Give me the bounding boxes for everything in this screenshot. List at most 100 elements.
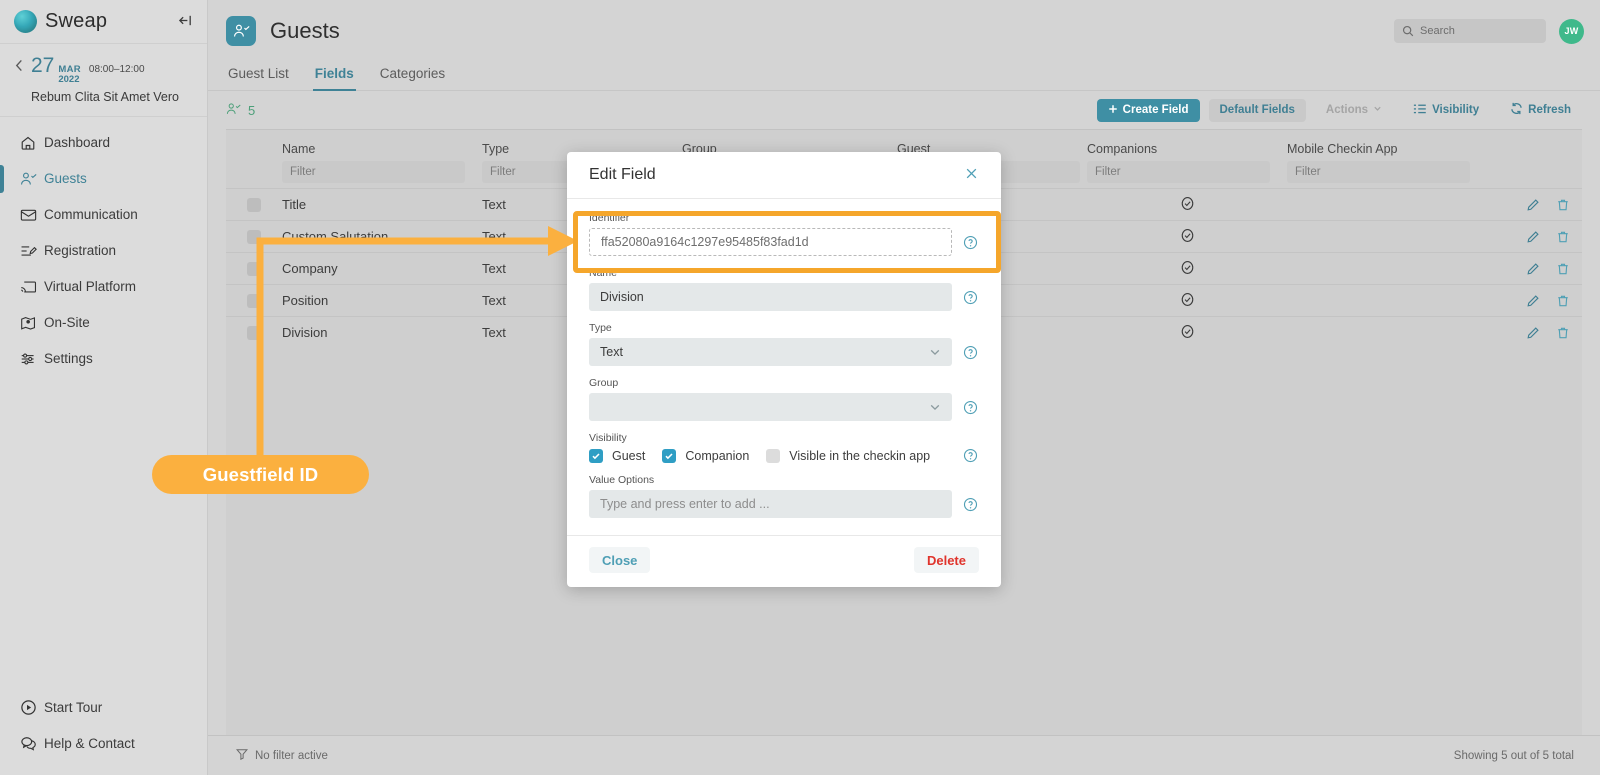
close-button[interactable]: Close: [589, 547, 651, 573]
help-icon[interactable]: [963, 345, 979, 360]
column-header-mobile-checkin[interactable]: Mobile Checkin App: [1287, 142, 1487, 156]
sidebar-item-start-tour[interactable]: Start Tour: [0, 689, 207, 725]
edit-pencil-icon[interactable]: [1526, 326, 1540, 340]
visibility-button[interactable]: Visibility: [1402, 99, 1490, 122]
edit-field-modal: Edit Field Identifier ffa52080a9164c1297…: [567, 152, 1001, 587]
sidebar-item-label: Settings: [44, 351, 93, 367]
help-icon[interactable]: [963, 235, 979, 250]
edit-pencil-icon[interactable]: [1526, 262, 1540, 276]
create-field-label: Create Field: [1122, 104, 1189, 116]
edit-pencil-icon[interactable]: [1526, 294, 1540, 308]
home-icon: [20, 135, 44, 151]
row-checkbox[interactable]: [247, 293, 261, 308]
row-checkbox[interactable]: [247, 325, 261, 340]
row-select-cell: [226, 293, 282, 308]
avatar[interactable]: JW: [1559, 18, 1584, 44]
sidebar-item-communication[interactable]: Communication: [0, 197, 207, 233]
identifier-field-group: Identifier ffa52080a9164c1297e95485f83fa…: [589, 212, 979, 256]
checkbox-companion-label: Companion: [685, 448, 750, 463]
help-icon[interactable]: [963, 497, 979, 512]
delete-trash-icon[interactable]: [1556, 198, 1570, 212]
type-label: Type: [589, 322, 612, 334]
edit-pencil-icon[interactable]: [1526, 198, 1540, 212]
column-header-name[interactable]: Name: [282, 142, 482, 156]
checkbox-visible-in-checkin-app-label: Visible in the checkin app: [789, 448, 931, 463]
collapse-panel-icon[interactable]: [178, 13, 193, 31]
name-input[interactable]: Division: [589, 283, 952, 311]
edit-pencil-icon[interactable]: [1526, 230, 1540, 244]
sidebar-item-dashboard[interactable]: Dashboard: [0, 125, 207, 161]
brand-header: Sweap: [0, 0, 207, 44]
sidebar-item-settings[interactable]: Settings: [0, 341, 207, 377]
header-right: Search JW: [1394, 18, 1584, 44]
close-icon[interactable]: [964, 166, 979, 184]
checkbox-guest[interactable]: [589, 448, 603, 463]
sidebar-item-on-site[interactable]: On-Site: [0, 305, 207, 341]
delete-trash-icon[interactable]: [1556, 326, 1570, 340]
row-select-cell: [226, 325, 282, 340]
sidebar-item-label: Help & Contact: [44, 735, 135, 751]
default-fields-button[interactable]: Default Fields: [1208, 98, 1306, 122]
actions-label: Actions: [1325, 104, 1369, 116]
chevron-down-icon: [929, 401, 941, 413]
help-icon[interactable]: [963, 290, 979, 305]
filter-input-companions[interactable]: Filter: [1087, 161, 1270, 183]
check-circle-icon: [1180, 292, 1195, 307]
row-checkbox[interactable]: [247, 261, 261, 276]
group-label: Group: [589, 377, 619, 389]
value-options-input[interactable]: Type and press enter to add ...: [589, 490, 952, 518]
sidebar-item-virtual-platform[interactable]: Virtual Platform: [0, 269, 207, 305]
sidebar-item-help-contact[interactable]: Help & Contact: [0, 725, 207, 761]
filter-funnel-icon: [235, 748, 249, 763]
identifier-label: Identifier: [589, 212, 630, 224]
check-circle-icon: [1180, 260, 1195, 275]
refresh-icon: [1510, 102, 1523, 118]
tab-guest-list[interactable]: Guest List: [226, 62, 291, 90]
group-select[interactable]: [589, 393, 952, 421]
checkbox-visible-in-checkin-app[interactable]: [766, 448, 781, 463]
row-actions: [1487, 230, 1582, 244]
refresh-label: Refresh: [1528, 104, 1571, 116]
cell-companions: [1087, 324, 1287, 342]
filter-input-name[interactable]: Filter: [282, 161, 465, 183]
actions-dropdown[interactable]: Actions: [1315, 99, 1393, 122]
row-checkbox[interactable]: [247, 229, 261, 244]
create-field-button[interactable]: Create Field: [1096, 98, 1200, 122]
envelope-icon: [20, 207, 44, 223]
column-header-companions[interactable]: Companions: [1087, 142, 1287, 156]
search-icon: [1402, 25, 1414, 37]
type-field-group: Type Text: [589, 322, 979, 366]
delete-trash-icon[interactable]: [1556, 262, 1570, 276]
cell-companions: [1087, 292, 1287, 310]
delete-trash-icon[interactable]: [1556, 294, 1570, 308]
cell-name: Company: [282, 261, 338, 276]
visibility-field-group: Visibility Guest Companion Visible in th…: [589, 432, 979, 463]
sidebar-item-label: Dashboard: [44, 135, 111, 151]
sidebar-item-registration[interactable]: Registration: [0, 233, 207, 269]
showing-count-label: Showing 5 out of 5 total: [1453, 749, 1574, 762]
delete-button[interactable]: Delete: [913, 547, 979, 573]
tab-categories[interactable]: Categories: [378, 62, 447, 90]
tab-fields[interactable]: Fields: [312, 62, 356, 91]
cell-companions: [1087, 228, 1287, 246]
brand-name: Sweap: [45, 10, 108, 32]
delete-trash-icon[interactable]: [1556, 230, 1570, 244]
cell-name: Division: [282, 325, 328, 340]
event-selector[interactable]: 27 MAR 2022 08:00–12:00 Rebum Clita Sit …: [0, 44, 207, 117]
name-label: Name: [589, 267, 618, 279]
checkbox-companion[interactable]: [662, 448, 677, 463]
row-checkbox[interactable]: [247, 197, 261, 212]
identifier-input[interactable]: ffa52080a9164c1297e95485f83fad1d: [589, 228, 952, 256]
filter-input-mobile-checkin[interactable]: Filter: [1287, 161, 1470, 183]
row-select-cell: [226, 229, 282, 244]
refresh-button[interactable]: Refresh: [1499, 99, 1582, 122]
type-select[interactable]: Text: [589, 338, 952, 366]
visibility-label: Visibility: [1432, 104, 1480, 116]
search-input[interactable]: Search: [1394, 19, 1546, 43]
sidebar-item-guests[interactable]: Guests: [0, 161, 207, 197]
help-icon[interactable]: [963, 448, 979, 463]
sidebar-item-label: Start Tour: [44, 699, 103, 715]
chevron-left-icon[interactable]: [14, 58, 25, 78]
name-field-group: Name Division: [589, 267, 979, 311]
help-icon[interactable]: [963, 400, 979, 415]
